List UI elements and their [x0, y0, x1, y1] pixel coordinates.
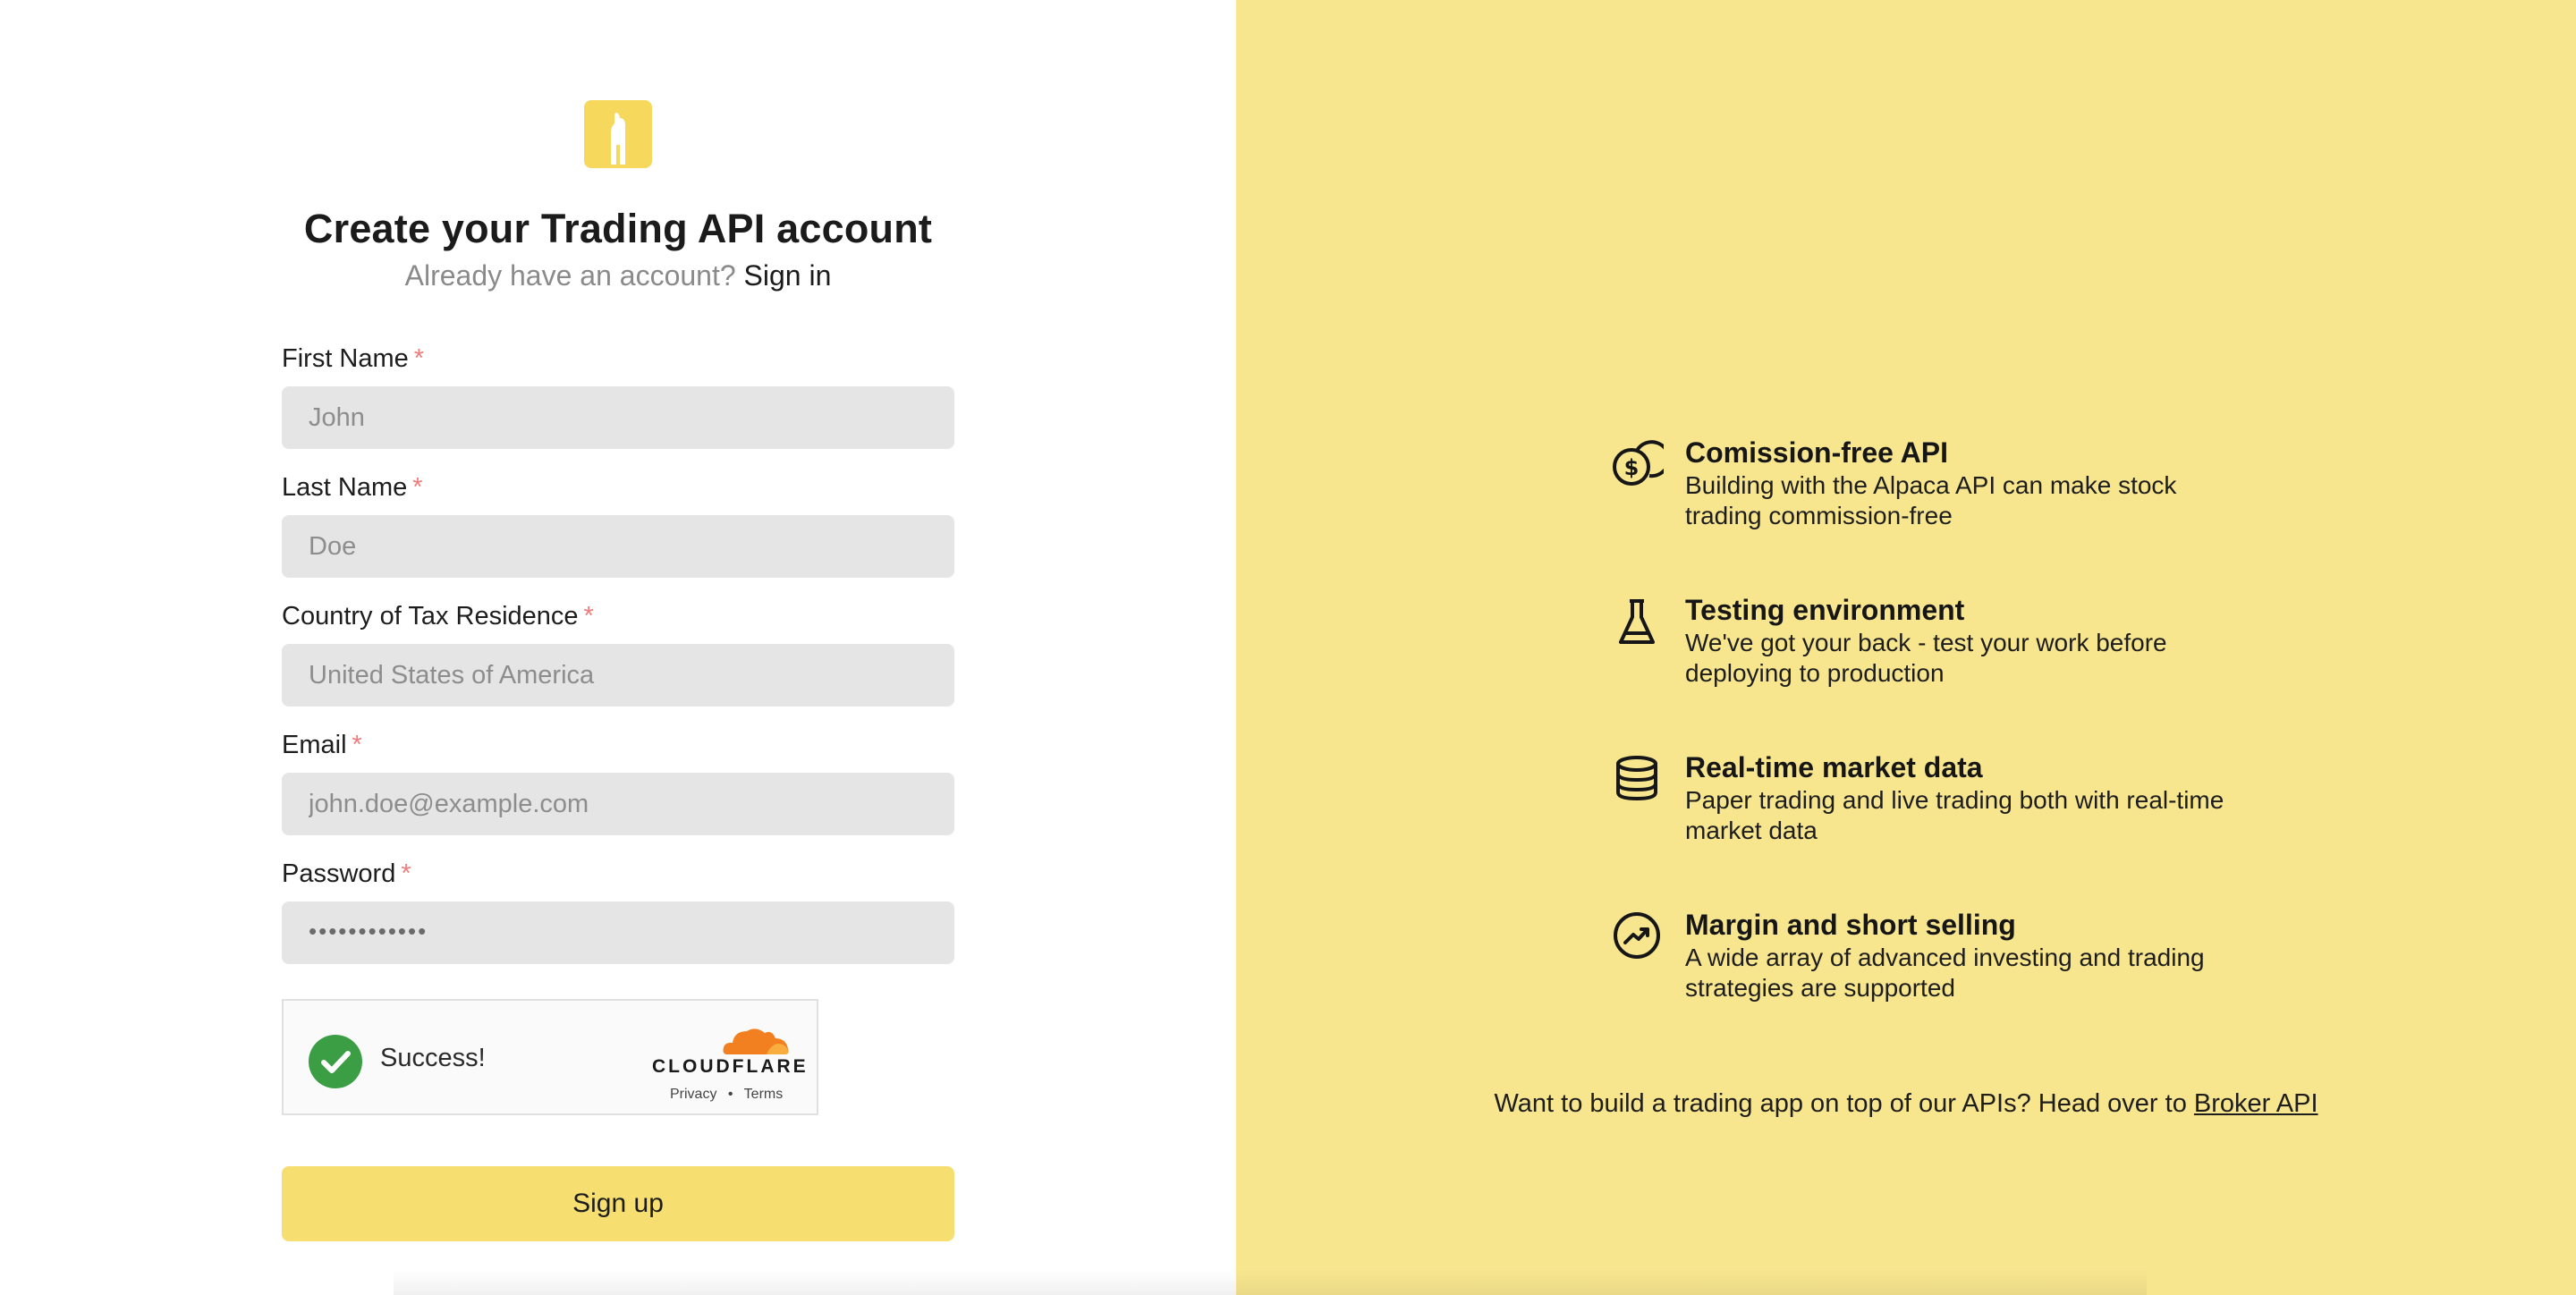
- svg-text:$: $: [1624, 455, 1640, 480]
- broker-api-promo: Want to build a trading app on top of ou…: [1236, 1089, 2576, 1119]
- required-marker: *: [401, 859, 411, 888]
- captcha-status: Success!: [380, 1044, 486, 1072]
- feature-description: A wide array of advanced investing and t…: [1685, 944, 2205, 1002]
- alpaca-logo: [584, 100, 652, 168]
- page-title: Create your Trading API account: [303, 206, 933, 251]
- required-marker: *: [412, 473, 423, 502]
- feature-title: Real-time market data: [1685, 751, 1983, 783]
- email-input[interactable]: [282, 773, 954, 835]
- feature-description: Building with the Alpaca API can make st…: [1685, 471, 2177, 529]
- first-name-label-text: First Name: [282, 344, 409, 373]
- privacy-link[interactable]: Privacy: [670, 1087, 716, 1102]
- feature-description: Paper trading and live trading both with…: [1685, 786, 2224, 844]
- coins-icon: $: [1613, 440, 1664, 486]
- broker-api-link[interactable]: Broker API: [2194, 1089, 2318, 1118]
- required-marker: *: [583, 602, 594, 631]
- captcha-links: Privacy • Terms: [670, 1087, 783, 1103]
- first-name-input[interactable]: [282, 386, 954, 449]
- country-input[interactable]: [282, 644, 954, 707]
- cloudflare-cloud-icon: [723, 1028, 789, 1054]
- password-input[interactable]: [282, 901, 954, 964]
- cloudflare-brand: CLOUDFLARE: [652, 1056, 809, 1077]
- signin-prompt-text: Already have an account?: [404, 259, 736, 292]
- signin-prompt: Already have an account? Sign in: [0, 259, 1236, 292]
- terms-link[interactable]: Terms: [744, 1087, 784, 1102]
- email-label-text: Email: [282, 731, 347, 759]
- country-label-text: Country of Tax Residence: [282, 602, 579, 631]
- link-separator: •: [727, 1087, 733, 1102]
- required-marker: *: [352, 731, 362, 759]
- last-name-label: Last Name *: [282, 473, 423, 503]
- last-name-label-text: Last Name: [282, 473, 408, 502]
- broker-promo-text: Want to build a trading app on top of ou…: [1494, 1089, 2187, 1118]
- feature-title: Comission-free API: [1685, 436, 1948, 469]
- required-marker: *: [413, 344, 425, 373]
- country-label: Country of Tax Residence *: [282, 602, 594, 631]
- trending-up-icon: [1614, 912, 1660, 959]
- feature-description: We've got your back - test your work bef…: [1685, 629, 2167, 687]
- last-name-input[interactable]: [282, 515, 954, 578]
- first-name-label: First Name *: [282, 344, 424, 374]
- feature-title: Margin and short selling: [1685, 909, 2016, 941]
- email-label: Email *: [282, 731, 362, 760]
- feature-title: Testing environment: [1685, 594, 1965, 626]
- password-label-text: Password: [282, 859, 396, 888]
- database-icon: [1616, 756, 1657, 801]
- signin-link[interactable]: Sign in: [744, 259, 832, 292]
- password-label: Password *: [282, 859, 411, 889]
- sign-up-button[interactable]: Sign up: [282, 1166, 954, 1241]
- flask-icon: [1619, 599, 1655, 644]
- cloudflare-turnstile-widget[interactable]: Success! CLOUDFLARE Privacy • Terms: [282, 999, 818, 1115]
- success-check-icon: [309, 1035, 362, 1088]
